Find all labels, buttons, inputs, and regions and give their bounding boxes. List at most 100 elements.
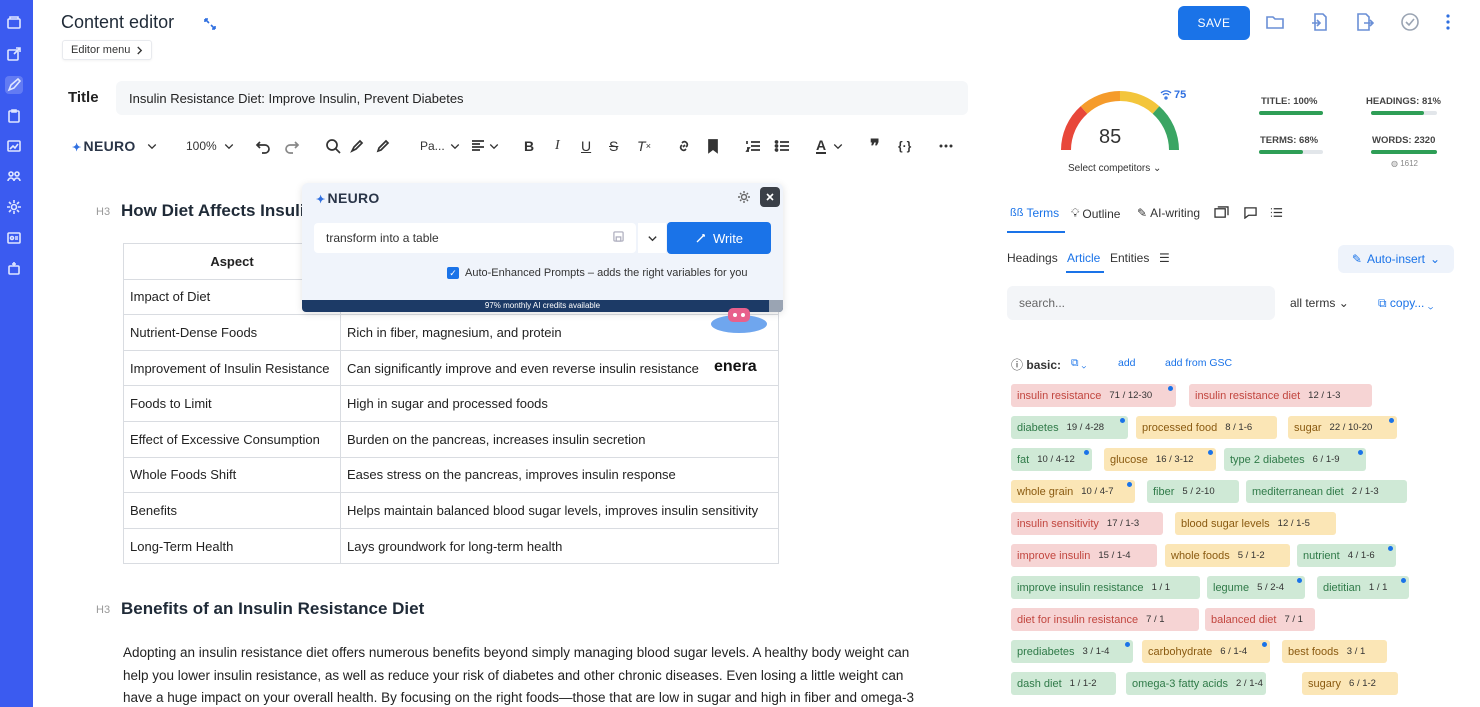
import-icon[interactable] <box>1310 12 1330 32</box>
marker-icon[interactable] <box>375 136 391 156</box>
table-cell-aspect[interactable]: Improvement of Insulin Resistance <box>123 349 341 387</box>
settings-icon[interactable] <box>5 198 23 216</box>
prompt-dropdown[interactable] <box>638 223 666 253</box>
subtab-article[interactable]: Article <box>1067 251 1100 265</box>
bullet-list-icon[interactable] <box>774 136 790 156</box>
term-chip[interactable]: type 2 diabetes 6 / 1-9 <box>1224 448 1366 471</box>
more-horizontal-icon[interactable] <box>938 136 954 156</box>
search-icon[interactable] <box>325 136 341 156</box>
term-chip[interactable]: carbohydrate 6 / 1-4 <box>1142 640 1270 663</box>
save-button[interactable]: SAVE <box>1178 6 1250 40</box>
close-button[interactable] <box>760 187 780 207</box>
italic-icon[interactable]: I <box>555 136 560 156</box>
term-chip[interactable]: insulin sensitivity 17 / 1-3 <box>1011 512 1163 535</box>
term-chip[interactable]: improve insulin 15 / 1-4 <box>1011 544 1157 567</box>
copy-basic-dropdown[interactable]: ⧉ ⌄ <box>1071 357 1086 370</box>
term-chip[interactable]: diabetes 19 / 4-28 <box>1011 416 1128 439</box>
term-chip[interactable]: blood sugar levels 12 / 1-5 <box>1175 512 1336 535</box>
tab-images[interactable] <box>1214 206 1229 219</box>
table-cell-detail[interactable]: Eases stress on the pancreas, improves i… <box>340 456 779 494</box>
term-chip[interactable]: fat 10 / 4-12 <box>1011 448 1092 471</box>
folders-icon[interactable] <box>5 14 23 32</box>
all-terms-dropdown[interactable]: all terms ⌄ <box>1290 296 1349 310</box>
share-icon[interactable] <box>5 45 23 63</box>
pen-icon[interactable] <box>5 76 23 94</box>
chart-icon[interactable] <box>5 137 23 155</box>
term-chip[interactable]: insulin resistance diet 12 / 1-3 <box>1189 384 1372 407</box>
more-vertical-icon[interactable] <box>1438 12 1458 32</box>
term-chip[interactable]: glucose 16 / 3-12 <box>1104 448 1216 471</box>
table-cell-detail[interactable]: High in sugar and processed foods <box>340 385 779 422</box>
term-chip[interactable]: best foods 3 / 1 <box>1282 640 1387 663</box>
term-chip[interactable]: legume 5 / 2-4 <box>1207 576 1305 599</box>
zoom-dropdown[interactable]: 100% <box>186 136 235 156</box>
align-dropdown[interactable] <box>470 136 500 156</box>
term-chip[interactable]: omega-3 fatty acids 2 / 1-4 <box>1126 672 1266 695</box>
id-card-icon[interactable] <box>5 229 23 247</box>
table-cell-aspect[interactable]: Effect of Excessive Consumption <box>123 420 341 458</box>
tab-comments[interactable] <box>1243 206 1258 219</box>
tab-terms[interactable]: ßß Terms <box>1010 206 1059 220</box>
term-chip[interactable]: mediterranean diet 2 / 1-3 <box>1246 480 1407 503</box>
prompt-input[interactable]: transform into a table <box>314 223 636 253</box>
section-heading[interactable]: Benefits of an Insulin Resistance Diet <box>121 599 424 619</box>
tab-list[interactable] <box>1270 206 1283 219</box>
term-chip[interactable]: diet for insulin resistance 7 / 1 <box>1011 608 1199 631</box>
table-cell-detail[interactable]: Lays groundwork for long-term health <box>340 527 779 565</box>
ordered-list-icon[interactable] <box>745 136 761 156</box>
title-input[interactable]: Insulin Resistance Diet: Improve Insulin… <box>116 81 968 115</box>
clipboard-icon[interactable] <box>5 107 23 125</box>
table-cell-aspect[interactable]: Nutrient-Dense Foods <box>123 314 341 351</box>
settings-icon[interactable] <box>736 189 752 205</box>
quote-icon[interactable]: ❞ <box>870 136 880 156</box>
term-chip[interactable]: dietitian 1 / 1 <box>1317 576 1409 599</box>
clear-format-icon[interactable]: T × <box>637 136 651 156</box>
subtab-entities[interactable]: Entities <box>1110 251 1149 265</box>
neuro-dropdown[interactable]: ✦ NEURO <box>72 136 158 156</box>
term-chip[interactable]: insulin resistance 71 / 12-30 <box>1011 384 1176 407</box>
tab-outline[interactable]: 💡︎ Outline <box>1071 206 1120 221</box>
table-cell-aspect[interactable]: Foods to Limit <box>123 385 341 422</box>
team-icon[interactable] <box>5 167 23 185</box>
term-chip[interactable]: dash diet 1 / 1-2 <box>1011 672 1116 695</box>
paragraph-dropdown[interactable]: Pa... <box>420 136 461 156</box>
term-chip[interactable]: prediabetes 3 / 1-4 <box>1011 640 1133 663</box>
term-chip[interactable]: sugary 6 / 1-2 <box>1302 672 1398 695</box>
table-cell-aspect[interactable]: Benefits <box>123 492 341 529</box>
highlighter-icon[interactable] <box>349 136 365 156</box>
term-chip[interactable]: nutrient 4 / 1-6 <box>1297 544 1396 567</box>
term-chip[interactable]: processed food 8 / 1-6 <box>1136 416 1277 439</box>
bookmark-icon[interactable] <box>705 136 721 156</box>
table-cell-aspect[interactable]: Long-Term Health <box>123 527 341 565</box>
box-icon[interactable] <box>5 259 23 277</box>
filter-icon[interactable]: ☰ <box>1159 251 1170 265</box>
tab-ai-writing[interactable]: ✎ AI-writing <box>1137 206 1200 220</box>
strikethrough-icon[interactable]: S <box>609 136 618 156</box>
copy-dropdown[interactable]: ⧉ copy... ⌄ <box>1378 296 1433 311</box>
term-chip[interactable]: improve insulin resistance 1 / 1 <box>1011 576 1200 599</box>
select-competitors-dropdown[interactable]: Select competitors ⌄ <box>1068 163 1161 174</box>
check-circle-icon[interactable] <box>1400 12 1420 32</box>
code-icon[interactable]: {·} <box>898 136 911 156</box>
term-chip[interactable]: balanced diet 7 / 1 <box>1205 608 1315 631</box>
add-from-gsc-link[interactable]: add from GSC <box>1165 357 1232 369</box>
body-paragraph[interactable]: Adopting an insulin resistance diet offe… <box>123 642 933 707</box>
undo-icon[interactable] <box>255 136 271 156</box>
add-term-link[interactable]: add <box>1118 357 1136 369</box>
folder-icon[interactable] <box>1265 12 1285 32</box>
auto-insert-button[interactable]: ✎ Auto-insert ⌄ <box>1338 245 1454 273</box>
terms-search-input[interactable]: search... <box>1007 286 1275 320</box>
text-color-dropdown[interactable]: A <box>816 136 844 156</box>
term-chip[interactable]: whole grain 10 / 4-7 <box>1011 480 1135 503</box>
section-heading[interactable]: How Diet Affects Insuli <box>121 201 305 221</box>
term-chip[interactable]: sugar 22 / 10-20 <box>1288 416 1397 439</box>
link-icon[interactable] <box>676 136 692 156</box>
table-cell-detail[interactable]: Helps maintain balanced blood sugar leve… <box>340 492 779 529</box>
table-cell-detail[interactable]: Burden on the pancreas, increases insuli… <box>340 420 779 458</box>
export-icon[interactable] <box>1354 12 1375 32</box>
expand-icon[interactable] <box>203 17 217 31</box>
redo-icon[interactable] <box>284 136 300 156</box>
auto-enhanced-toggle[interactable]: ✓ Auto-Enhanced Prompts – adds the right… <box>447 267 748 279</box>
table-cell-aspect[interactable]: Whole Foods Shift <box>123 456 341 494</box>
term-chip[interactable]: whole foods 5 / 1-2 <box>1165 544 1290 567</box>
